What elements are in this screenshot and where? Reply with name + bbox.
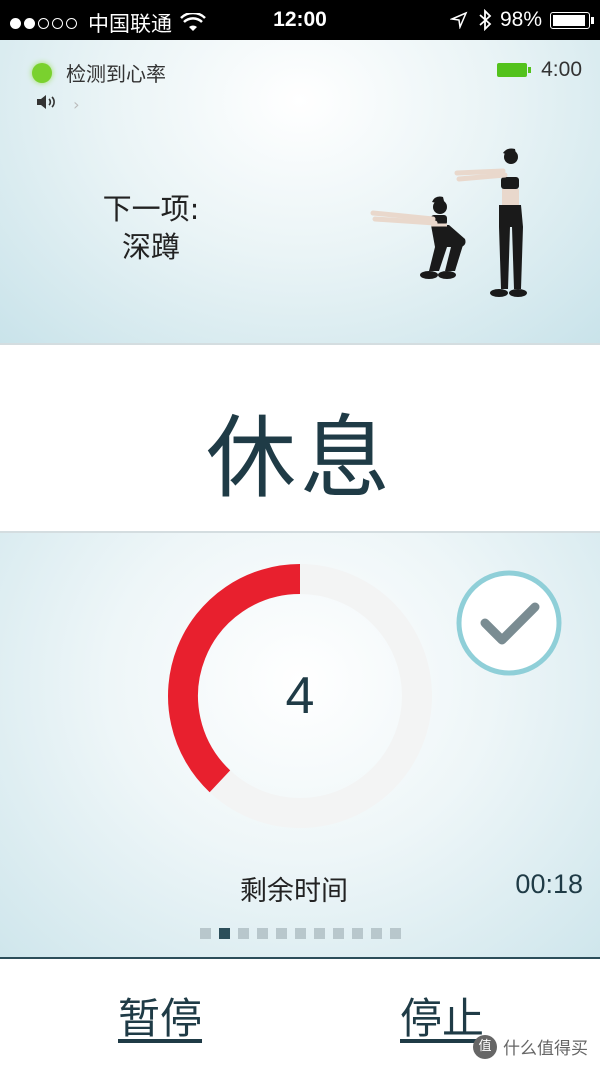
watermark-logo-icon: 值 (473, 1034, 497, 1059)
status-bar: 中国联通 12:00 98% (0, 0, 600, 40)
stop-button[interactable]: 停止 (400, 985, 484, 1046)
device-battery-icon (497, 63, 532, 77)
speaker-icon (37, 95, 55, 109)
next-prefix: 下一项: (102, 192, 200, 226)
battery-icon (550, 11, 594, 29)
heart-rate-indicator-icon (32, 62, 52, 83)
heart-rate-label: 检测到心率 (66, 62, 166, 86)
page-indicator (200, 928, 409, 939)
phase-title: 休息 (206, 406, 394, 511)
page-dot (295, 928, 306, 939)
battery-percent: 98% (499, 8, 542, 31)
remaining-time-value: 00:18 (515, 869, 583, 899)
action-bar: 暂停 停止 值 什么值得买 (0, 959, 600, 1067)
chevron-right-icon: › (73, 95, 80, 114)
page-dot (257, 928, 268, 939)
pause-button[interactable]: 暂停 (118, 985, 202, 1046)
device-battery-time: 4:00 (541, 58, 582, 81)
phase-panel: 休息 (0, 345, 600, 531)
page-dot (371, 928, 382, 939)
bluetooth-icon (479, 9, 492, 31)
watermark: 值 什么值得买 (473, 1034, 588, 1059)
remaining-time-label: 剩余时间 (240, 876, 348, 907)
device-battery-status: 4:00 (497, 58, 582, 82)
next-exercise-panel: 检测到心率 › 4:00 下一项: 深蹲 (0, 40, 600, 343)
squat-illustration (370, 148, 527, 297)
next-exercise-name: 深蹲 (121, 230, 180, 264)
page-dot (352, 928, 363, 939)
page-dot (219, 928, 230, 939)
sound-toggle[interactable]: › (36, 94, 80, 114)
page-dot (200, 928, 211, 939)
page-dot (333, 928, 344, 939)
heart-rate-status: 检测到心率 (32, 58, 166, 87)
page-dot (276, 928, 287, 939)
page-dot (238, 928, 249, 939)
watermark-text: 什么值得买 (503, 1039, 588, 1059)
done-button[interactable] (455, 569, 563, 677)
page-dot (314, 928, 325, 939)
location-arrow-icon (449, 11, 468, 29)
page-dot (390, 928, 401, 939)
next-exercise-label: 下一项: 深蹲 (96, 190, 206, 266)
timer-panel: 4 剩余时间 00:18 (0, 533, 600, 957)
countdown-value: 4 (285, 667, 315, 725)
